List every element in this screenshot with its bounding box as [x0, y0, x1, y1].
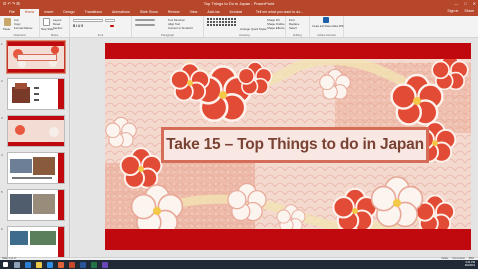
slide-thumbnail-5[interactable] — [7, 189, 65, 221]
start-icon[interactable] — [3, 262, 8, 267]
slide-title[interactable]: Take 15 – Top Things to do in Japan — [166, 136, 424, 154]
smartart-button[interactable]: Convert to SmartArt — [168, 26, 193, 30]
tab-file[interactable]: File — [4, 9, 20, 16]
create-share-pdf-button[interactable]: Create and Share Adobe PDF — [312, 25, 344, 28]
section-button[interactable]: Section — [53, 26, 62, 30]
bullets-icon[interactable] — [135, 19, 155, 21]
current-slide[interactable]: Take 15 – Top Things to do in Japan — [105, 43, 471, 250]
thumbnail-number: 4 — [1, 153, 3, 157]
paste-icon[interactable] — [4, 18, 11, 26]
paste-button[interactable]: Paste — [3, 27, 10, 31]
sign-in-link[interactable]: Sign in — [447, 9, 458, 13]
system-tray[interactable]: 3:34 PM 9/4/2019 — [465, 261, 475, 267]
search-icon[interactable] — [14, 261, 20, 268]
bottom-red-band — [105, 229, 471, 250]
adobe-group: Create and Share Adobe PDF Adobe Acrobat — [310, 16, 344, 38]
title-bar: ⊡ ↶ ↷ ⊞ Top Things to Do in Japan - Powe… — [0, 0, 478, 8]
font-label: Font — [97, 33, 104, 37]
slide-thumbnail-1[interactable] — [7, 41, 65, 73]
slide-thumbnail-4[interactable] — [7, 152, 65, 184]
teams-icon[interactable] — [102, 261, 108, 268]
drawing-group: Arrange Quick Styles Shape Fill Shape Ou… — [204, 16, 286, 38]
close-button[interactable]: ✕ — [473, 0, 476, 8]
alignment-icon[interactable] — [135, 24, 155, 26]
tell-me-box[interactable]: Tell me what you want to do... — [251, 9, 308, 16]
title-placeholder[interactable]: Take 15 – Top Things to do in Japan — [161, 127, 429, 163]
tab-acrobat[interactable]: Acrobat — [225, 9, 247, 16]
thumbnail-number: 2 — [1, 79, 3, 83]
arrange-button[interactable]: Arrange — [240, 27, 250, 31]
drawing-label: Drawing — [239, 33, 250, 37]
slide-thumbnail-2[interactable] — [7, 78, 65, 110]
title-inner-frame: Take 15 – Top Things to do in Japan — [164, 130, 426, 160]
slides-label: Slides — [50, 33, 59, 37]
select-button[interactable]: Select — [289, 26, 297, 30]
outlook-icon[interactable] — [47, 261, 53, 268]
clock-date: 9/4/2019 — [464, 264, 475, 268]
tab-slide-show[interactable]: Slide Show — [135, 9, 163, 16]
adobe-label: Adobe Acrobat — [317, 33, 336, 37]
tab-home[interactable]: Home — [19, 9, 40, 16]
font-group: B I U S Font — [70, 16, 132, 38]
quick-styles-button[interactable]: Quick Styles — [251, 27, 267, 31]
tab-insert[interactable]: Insert — [39, 9, 58, 16]
thumbnail-number: 5 — [1, 190, 3, 194]
shape-effects-button[interactable]: Shape Effects — [267, 26, 284, 30]
edge-icon[interactable] — [25, 261, 31, 268]
shapes-gallery[interactable] — [207, 18, 237, 30]
clipboard-group: Paste Cut Copy Format Painter Clipboard — [0, 16, 40, 38]
tab-review[interactable]: Review — [163, 9, 185, 16]
paragraph-group: Text Direction Align Text Convert to Sma… — [132, 16, 204, 38]
minimize-button[interactable]: — — [454, 0, 458, 8]
chrome-icon[interactable] — [58, 261, 64, 268]
font-name-box[interactable] — [73, 19, 103, 22]
slide-thumbnail-3[interactable] — [7, 115, 65, 147]
thumbnail-number: 6 — [1, 227, 3, 231]
font-style-buttons[interactable]: B I U S — [73, 24, 83, 28]
editing-group: Find Replace Select Editing — [286, 16, 310, 38]
new-slide-button[interactable]: New Slide — [41, 27, 54, 31]
powerpoint-icon[interactable] — [69, 261, 75, 268]
font-size-box[interactable] — [105, 19, 115, 22]
new-slide-icon[interactable] — [43, 18, 50, 26]
tab-animations[interactable]: Animations — [107, 9, 135, 16]
tab-view[interactable]: View — [185, 9, 203, 16]
slide-thumbnail-pane[interactable]: 1 2 3 4 5 6 — [0, 38, 70, 257]
editing-label: Editing — [293, 33, 302, 37]
format-painter-button[interactable]: Format Painter — [14, 26, 33, 30]
tab-add-ins[interactable]: Add-ins — [202, 9, 224, 16]
thumbnail-number: 3 — [1, 116, 3, 120]
account-area: Sign in Share — [447, 9, 474, 13]
tab-transitions[interactable]: Transitions — [80, 9, 107, 16]
slide-thumbnail-6[interactable] — [7, 226, 65, 257]
excel-icon[interactable] — [91, 261, 97, 268]
slides-group: New Slide Layout Reset Section Slides — [40, 16, 70, 38]
thumbnail-number: 1 — [1, 42, 3, 46]
adobe-pdf-icon[interactable] — [323, 17, 329, 23]
window-title: Top Things to Do in Japan - PowerPoint — [203, 1, 275, 6]
ribbon-tabs: File Home Insert Design Transitions Anim… — [0, 8, 478, 16]
paragraph-label: Paragraph — [160, 33, 175, 37]
file-explorer-icon[interactable] — [36, 261, 42, 268]
window-controls: — □ ✕ — [454, 0, 476, 8]
share-button[interactable]: Share — [464, 9, 474, 13]
tab-design[interactable]: Design — [58, 9, 79, 16]
font-color-icon[interactable] — [110, 25, 114, 27]
slide-editing-canvas[interactable]: Take 15 – Top Things to do in Japan — [71, 38, 478, 257]
word-icon[interactable] — [80, 261, 86, 268]
top-red-band — [105, 43, 471, 59]
ribbon: Paste Cut Copy Format Painter Clipboard … — [0, 16, 478, 38]
clipboard-label: Clipboard — [13, 33, 26, 37]
windows-taskbar: 3:34 PM 9/4/2019 — [0, 260, 478, 269]
maximize-button[interactable]: □ — [464, 0, 466, 8]
